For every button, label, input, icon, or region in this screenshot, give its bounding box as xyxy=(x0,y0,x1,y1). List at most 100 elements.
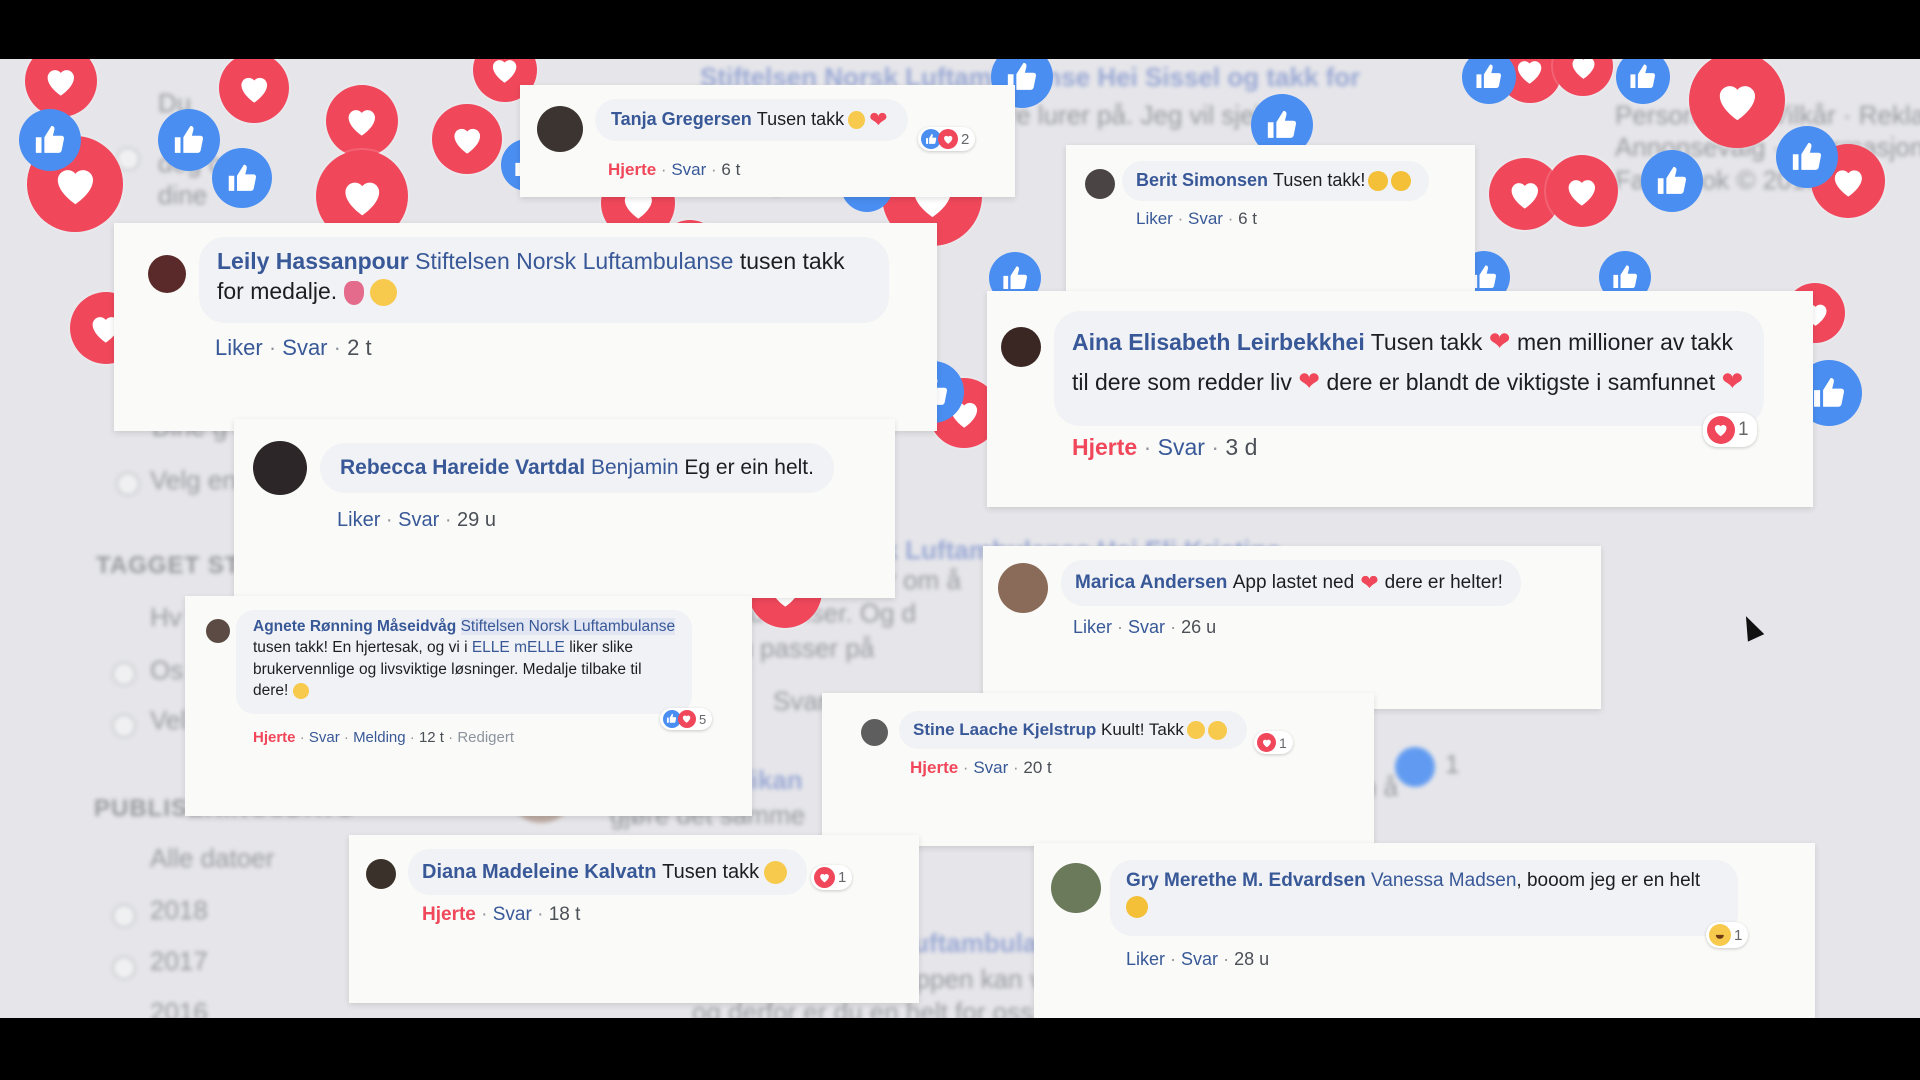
comment-bubble: Stine Laache Kjelstrup Kuult! Takk xyxy=(899,711,1247,749)
like-reaction-bubble-icon xyxy=(158,109,220,171)
commenter-name[interactable]: Marica Andersen xyxy=(1075,571,1227,596)
reaction-summary[interactable]: 1 xyxy=(1706,922,1749,948)
tulip-emoji xyxy=(343,280,364,305)
comment-text: Tusen takk xyxy=(756,109,845,130)
reaction-summary[interactable]: 1 xyxy=(1254,731,1293,754)
commenter-name[interactable]: Tanja Gregersen xyxy=(611,108,752,131)
timestamp[interactable]: 12 t xyxy=(419,729,444,746)
commenter-name[interactable]: Agnete Rønning Måseidvåg xyxy=(253,618,456,635)
tagged-user[interactable]: Vanessa Madsen xyxy=(1371,870,1516,891)
reaction-count: 5 xyxy=(699,711,707,727)
timestamp[interactable]: 6 t xyxy=(1238,209,1257,228)
tagged-page[interactable]: Stiftelsen Norsk Luftambulanse xyxy=(415,248,733,274)
timestamp[interactable]: 3 d xyxy=(1225,434,1257,460)
avatar xyxy=(366,859,396,889)
radio-button xyxy=(112,714,136,738)
commenter-name[interactable]: Gry Merethe M. Edvardsen xyxy=(1126,870,1366,891)
reaction-summary[interactable]: 2 xyxy=(918,127,976,151)
commenter-name[interactable]: Berit Simonsen xyxy=(1136,169,1268,192)
comment-actions: Liker · Svar · 29 u xyxy=(337,509,496,531)
comment-text: Tusen takk xyxy=(1370,329,1483,355)
heart-icon xyxy=(1707,416,1735,444)
commenter-name[interactable]: Aina Elisabeth Leirbekkhei xyxy=(1072,329,1365,355)
like-link[interactable]: Liker xyxy=(1136,209,1173,228)
like-reaction-bubble-icon xyxy=(212,148,272,208)
background-text: 2016 xyxy=(150,997,208,1018)
timestamp[interactable]: 20 t xyxy=(1023,758,1051,777)
edited-label[interactable]: Redigert xyxy=(457,729,514,746)
heart-icon xyxy=(1257,733,1276,752)
reaction-link[interactable]: Hjerte xyxy=(253,729,296,746)
comment-card: Tanja Gregersen Tusen takk ❤ 2 Hjerte · … xyxy=(520,85,1015,197)
heart-icon xyxy=(814,867,835,888)
reaction-link[interactable]: Hjerte xyxy=(422,904,476,925)
reaction-link[interactable]: Hjerte xyxy=(910,758,958,777)
background-text: 2017 xyxy=(150,946,208,976)
comment-bubble: Rebecca Hareide Vartdal Benjamin Eg er e… xyxy=(320,443,834,493)
like-link[interactable]: Liker xyxy=(337,509,380,531)
comment-actions: Hjerte · Svar · 20 t xyxy=(910,758,1052,777)
timestamp[interactable]: 26 u xyxy=(1181,617,1216,637)
reply-link[interactable]: Svar xyxy=(309,729,340,746)
like-reaction-bubble-icon xyxy=(19,109,81,171)
comment-actions: Liker · Svar · 26 u xyxy=(1073,617,1217,637)
reply-link[interactable]: Svar xyxy=(1181,949,1218,969)
sunglasses-emoji xyxy=(1391,171,1412,191)
reply-link[interactable]: Svar xyxy=(973,758,1008,777)
radio-button xyxy=(116,472,140,496)
timestamp[interactable]: 2 t xyxy=(347,335,371,360)
reaction-count: 1 xyxy=(1445,749,1460,779)
radio-button xyxy=(112,956,136,980)
timestamp[interactable]: 18 t xyxy=(549,904,581,925)
sun-emoji xyxy=(292,683,309,700)
heart-emoji: ❤ xyxy=(1360,569,1379,595)
commenter-name[interactable]: Rebecca Hareide Vartdal xyxy=(340,454,585,481)
comment-text: Tusen takk xyxy=(662,861,760,883)
avatar xyxy=(148,255,186,293)
commenter-name[interactable]: Stine Laache Kjelstrup xyxy=(913,719,1096,741)
timestamp[interactable]: 6 t xyxy=(721,160,740,179)
background-text: 2018 xyxy=(150,895,208,925)
comment-actions: Hjerte · Svar · 18 t xyxy=(422,904,581,925)
reaction-link[interactable]: Hjerte xyxy=(608,160,656,179)
sunglasses-emoji xyxy=(1126,895,1148,918)
commenter-name[interactable]: Diana Madeleine Kalvatn xyxy=(422,859,657,885)
tagged-page[interactable]: ELLE mELLE xyxy=(472,639,565,656)
reply-link[interactable]: Svar xyxy=(493,904,532,925)
reaction-summary[interactable]: 5 xyxy=(660,708,713,730)
timestamp[interactable]: 29 u xyxy=(457,509,496,531)
reaction-count: 2 xyxy=(961,130,970,148)
letterbox-top xyxy=(0,0,1920,59)
timestamp[interactable]: 28 u xyxy=(1234,949,1269,969)
letterbox-bottom xyxy=(0,1018,1920,1080)
collage-stage: 1 Dudeg og gdineStiftelsen Norsk Luftamb… xyxy=(0,59,1920,1018)
like-link[interactable]: Liker xyxy=(1073,617,1112,637)
sunglasses-emoji xyxy=(1368,171,1389,191)
comment-bubble: Berit Simonsen Tusen takk! xyxy=(1122,161,1430,201)
comment-bubble: Leily Hassanpour Stiftelsen Norsk Luftam… xyxy=(199,237,889,323)
like-link[interactable]: Liker xyxy=(215,335,263,360)
tagged-user[interactable]: Benjamin xyxy=(591,454,679,481)
comment-card: Berit Simonsen Tusen takk! Liker · Svar … xyxy=(1066,145,1475,298)
tagged-page[interactable]: Stiftelsen Norsk Luftambulanse xyxy=(460,618,676,635)
reply-link[interactable]: Svar xyxy=(1158,434,1205,460)
comment-card: Stine Laache Kjelstrup Kuult! Takk 1 Hje… xyxy=(822,693,1374,846)
background-text: Svar xyxy=(773,686,827,716)
background-text: dine xyxy=(158,180,208,210)
comment-card: Diana Madeleine Kalvatn Tusen takk 1 Hje… xyxy=(349,835,919,1003)
reply-link[interactable]: Svar xyxy=(1188,209,1223,228)
like-reaction-bubble-icon xyxy=(1641,150,1703,212)
reply-link[interactable]: Svar xyxy=(1128,617,1165,637)
reaction-link[interactable]: Hjerte xyxy=(1072,434,1137,460)
reply-link[interactable]: Svar xyxy=(671,160,706,179)
avatar xyxy=(998,563,1048,613)
commenter-name[interactable]: Leily Hassanpour xyxy=(217,248,409,274)
reaction-summary[interactable]: 1 xyxy=(811,865,853,890)
comment-bubble: Marica Andersen App lastet ned ❤ dere er… xyxy=(1061,560,1521,606)
reply-link[interactable]: Svar xyxy=(398,509,439,531)
message-link[interactable]: Melding xyxy=(353,729,406,746)
reaction-summary[interactable]: 1 xyxy=(1703,413,1757,447)
like-link[interactable]: Liker xyxy=(1126,949,1165,969)
comment-card: Marica Andersen App lastet ned ❤ dere er… xyxy=(983,546,1601,709)
reply-link[interactable]: Svar xyxy=(282,335,327,360)
